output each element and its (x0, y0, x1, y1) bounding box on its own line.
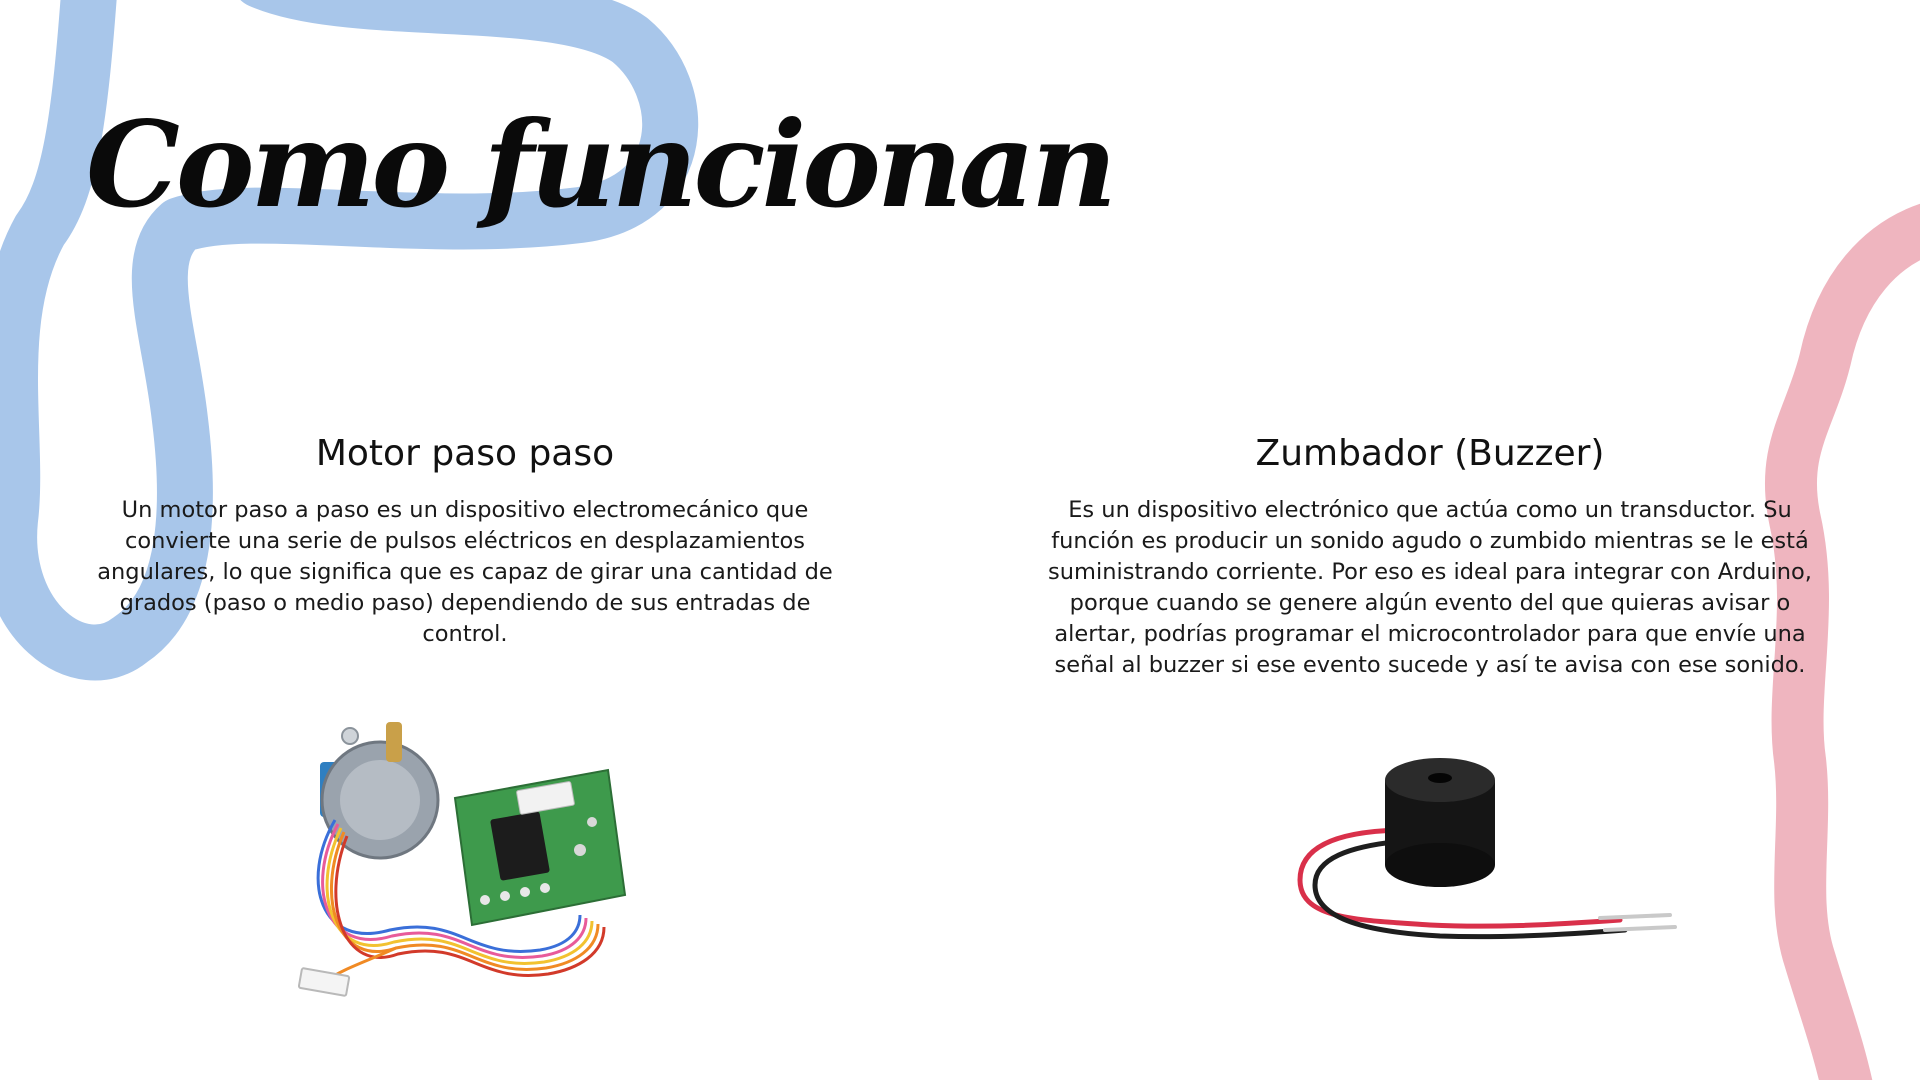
section-body-buzzer: Es un dispositivo electrónico que actúa … (1048, 497, 1812, 679)
stepper-motor-photo (280, 700, 650, 1020)
section-motor: Motor paso paso Un motor paso a paso es … (90, 432, 840, 650)
section-heading-motor: Motor paso paso (315, 433, 615, 474)
buzzer-photo (1270, 720, 1690, 1020)
section-heading-buzzer: Zumbador (Buzzer) (1255, 433, 1605, 474)
section-body-motor: Un motor paso a paso es un dispositivo e… (97, 497, 833, 648)
section-buzzer: Zumbador (Buzzer) Es un dispositivo elec… (1030, 432, 1830, 681)
page-title: Como funcionan (86, 95, 1117, 234)
buzzer-body-illustration (1385, 758, 1495, 887)
driver-board-illustration (453, 768, 627, 927)
slide: Como funcionan Motor paso paso Un motor … (0, 0, 1920, 1080)
